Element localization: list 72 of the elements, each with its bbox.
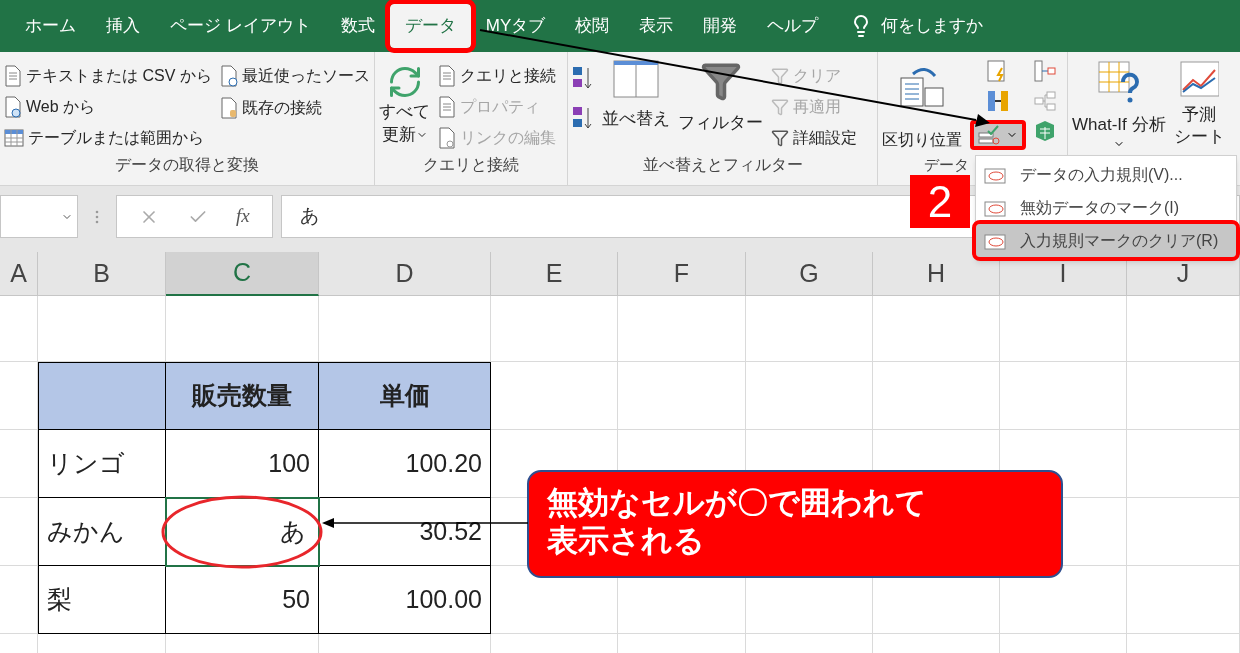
table-cell: みかん — [38, 498, 166, 566]
table-cell: 梨 — [38, 566, 166, 634]
list-document-icon — [438, 95, 456, 118]
ribbon-command[interactable]: 最近使ったソース — [241, 64, 370, 88]
worksheet-cell — [0, 362, 38, 430]
globe-document-icon — [4, 95, 22, 118]
ribbon-tab[interactable]: 開発 — [688, 4, 753, 48]
worksheet-cell — [0, 430, 38, 498]
tell-me-field[interactable]: 何をしますか — [881, 13, 984, 39]
list-document-icon — [438, 64, 456, 87]
worksheet-cell — [0, 296, 38, 362]
text-to-columns-button[interactable]: 区切り位置 — [882, 60, 962, 153]
column-header[interactable]: H — [873, 252, 1000, 296]
table-icon — [4, 127, 24, 148]
ribbon-command[interactable]: テーブルまたは範囲から — [28, 125, 204, 150]
consolidate-icon — [1034, 60, 1056, 82]
group-label: クエリと接続 — [423, 156, 519, 173]
column-header[interactable]: E — [491, 252, 618, 296]
filter-icon — [771, 128, 789, 147]
column-header[interactable]: F — [618, 252, 746, 296]
ribbon-tab[interactable]: ヘルプ — [752, 4, 834, 48]
table-cell: 100.00 — [319, 566, 491, 634]
group-label: 並べ替えとフィルター — [642, 156, 803, 173]
ribbon-command[interactable]: クエリと接続 — [460, 63, 556, 88]
ribbon-tab[interactable]: ホーム — [10, 4, 91, 48]
grip-icon — [94, 208, 100, 225]
ribbon-tab[interactable]: 表示 — [624, 4, 689, 48]
data-model-icon — [1034, 120, 1056, 142]
table-header-cell: 販売数量 — [166, 362, 319, 430]
column-header[interactable]: B — [38, 252, 166, 296]
table-header-cell: 単価 — [319, 362, 491, 430]
data-validation-icon — [978, 125, 1002, 145]
table-cell: 100.20 — [319, 430, 491, 498]
menu-item[interactable]: データの入力規則(V)... — [976, 158, 1236, 191]
document-icon — [4, 64, 22, 87]
data-validation-button[interactable] — [970, 120, 1026, 150]
link-document-icon — [438, 126, 456, 149]
filter-icon — [771, 97, 789, 116]
column-header[interactable]: D — [319, 252, 491, 296]
insert-function-button[interactable]: fx — [236, 202, 250, 231]
database-document-icon — [219, 97, 238, 119]
step-number: 2 — [910, 175, 970, 228]
ribbon-command[interactable]: 既存の接続 — [241, 96, 322, 120]
ribbon-command[interactable]: Web から — [26, 94, 96, 119]
remove-duplicates-icon — [987, 90, 1009, 112]
filter-button[interactable]: フィルター — [678, 60, 763, 153]
sort-button[interactable]: 並べ替え — [602, 60, 670, 153]
relationships-icon — [1034, 90, 1056, 112]
column-header[interactable]: A — [0, 252, 38, 296]
name-box[interactable] — [0, 195, 78, 238]
filter-icon — [771, 66, 789, 85]
what-if-icon — [1096, 60, 1141, 104]
table-cell: 50 — [166, 566, 319, 634]
worksheet-cell — [0, 566, 38, 634]
ribbon-tab[interactable]: 校閲 — [560, 4, 625, 48]
ribbon-tab[interactable]: ページ レイアウト — [155, 4, 326, 48]
column-header[interactable]: C — [166, 252, 319, 296]
ribbon-command[interactable]: 詳細設定 — [793, 125, 857, 150]
ribbon-command[interactable]: テキストまたは CSV から — [26, 63, 212, 88]
group-label: データの取得と変換 — [115, 156, 259, 173]
callout: 無効なセルが〇で囲われて 表示される — [527, 470, 1063, 578]
sort-icon — [613, 60, 659, 98]
clock-document-icon — [219, 65, 238, 87]
worksheet-cell — [0, 498, 38, 566]
ribbon-tab[interactable]: 数式 — [325, 4, 390, 48]
column-header[interactable]: G — [746, 252, 873, 296]
ribbon-tab[interactable]: 挿入 — [91, 4, 155, 48]
refresh-all-button[interactable]: すべて 更新 — [379, 60, 430, 153]
ribbon-tab[interactable]: MYタブ — [470, 4, 561, 48]
table-cell: 30.52 — [319, 498, 491, 566]
table-cell: リンゴ — [38, 430, 166, 498]
group-label: データ — [924, 156, 969, 173]
